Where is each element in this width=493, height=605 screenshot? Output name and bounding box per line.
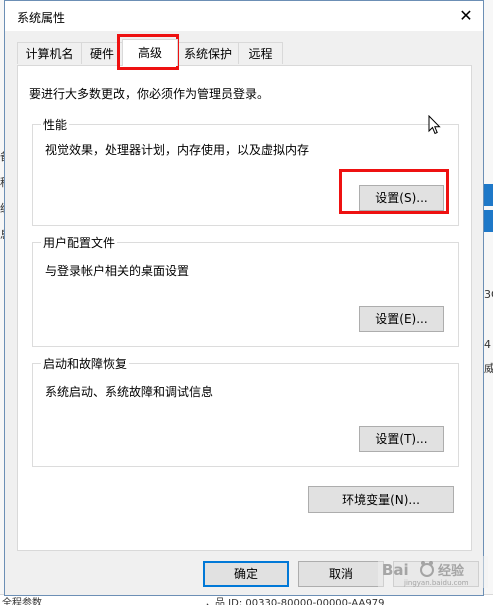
startup-recovery-title: 启动和故障恢复: [41, 355, 130, 372]
tab-hardware[interactable]: 硬件: [81, 42, 123, 64]
performance-description: 视觉效果，处理器计划，内存使用，以及虚拟内存: [45, 143, 310, 157]
window-title: 系统属性: [17, 11, 66, 25]
user-profiles-group: 用户配置文件 与登录帐户相关的桌面设置 设置(E)...: [32, 234, 459, 347]
tab-remote[interactable]: 远程: [238, 42, 283, 64]
user-profiles-description: 与登录帐户相关的桌面设置: [45, 264, 190, 278]
performance-title: 性能: [41, 116, 70, 133]
background-text: 威: [484, 362, 493, 375]
performance-settings-button[interactable]: 设置(S)...: [359, 185, 444, 211]
mouse-cursor-icon: [428, 115, 441, 135]
admin-notice: 要进行大多数更改，你必须作为管理员登录。: [29, 87, 270, 101]
close-icon[interactable]: ✕: [449, 1, 483, 31]
environment-variables-button[interactable]: 环境变量(N)...: [308, 486, 454, 513]
background-blue-block: [484, 210, 493, 232]
user-profiles-settings-button[interactable]: 设置(E)...: [359, 306, 444, 332]
tab-system-protection[interactable]: 系统保护: [177, 42, 239, 64]
screen: 备 程 统 息 3C 4 威 全程参数 ，品 ID: 00330-80000-0…: [0, 0, 493, 605]
background-text: 4: [484, 338, 491, 351]
apply-button[interactable]: [393, 561, 479, 587]
tab-advanced[interactable]: 高级: [122, 39, 178, 66]
system-properties-dialog: 系统属性 ✕ 计算机名 硬件 高级 系统保护 远程 要进行大多数更改，你必须作为…: [4, 0, 484, 596]
cancel-button[interactable]: 取消: [298, 561, 384, 587]
tab-computer-name[interactable]: 计算机名: [17, 42, 82, 64]
startup-recovery-description: 系统启动、系统故障和调试信息: [45, 385, 214, 399]
title-bar[interactable]: 系统属性 ✕: [5, 1, 483, 31]
ok-button[interactable]: 确定: [203, 561, 289, 587]
background-text: 3C: [484, 288, 493, 301]
startup-recovery-settings-button[interactable]: 设置(T)...: [359, 426, 444, 452]
background-blue-block: [484, 184, 493, 206]
startup-recovery-group: 启动和故障恢复 系统启动、系统故障和调试信息 设置(T)...: [32, 355, 459, 467]
performance-group: 性能 视觉效果，处理器计划，内存使用，以及虚拟内存 设置(S)...: [32, 116, 459, 226]
user-profiles-title: 用户配置文件: [41, 234, 118, 251]
